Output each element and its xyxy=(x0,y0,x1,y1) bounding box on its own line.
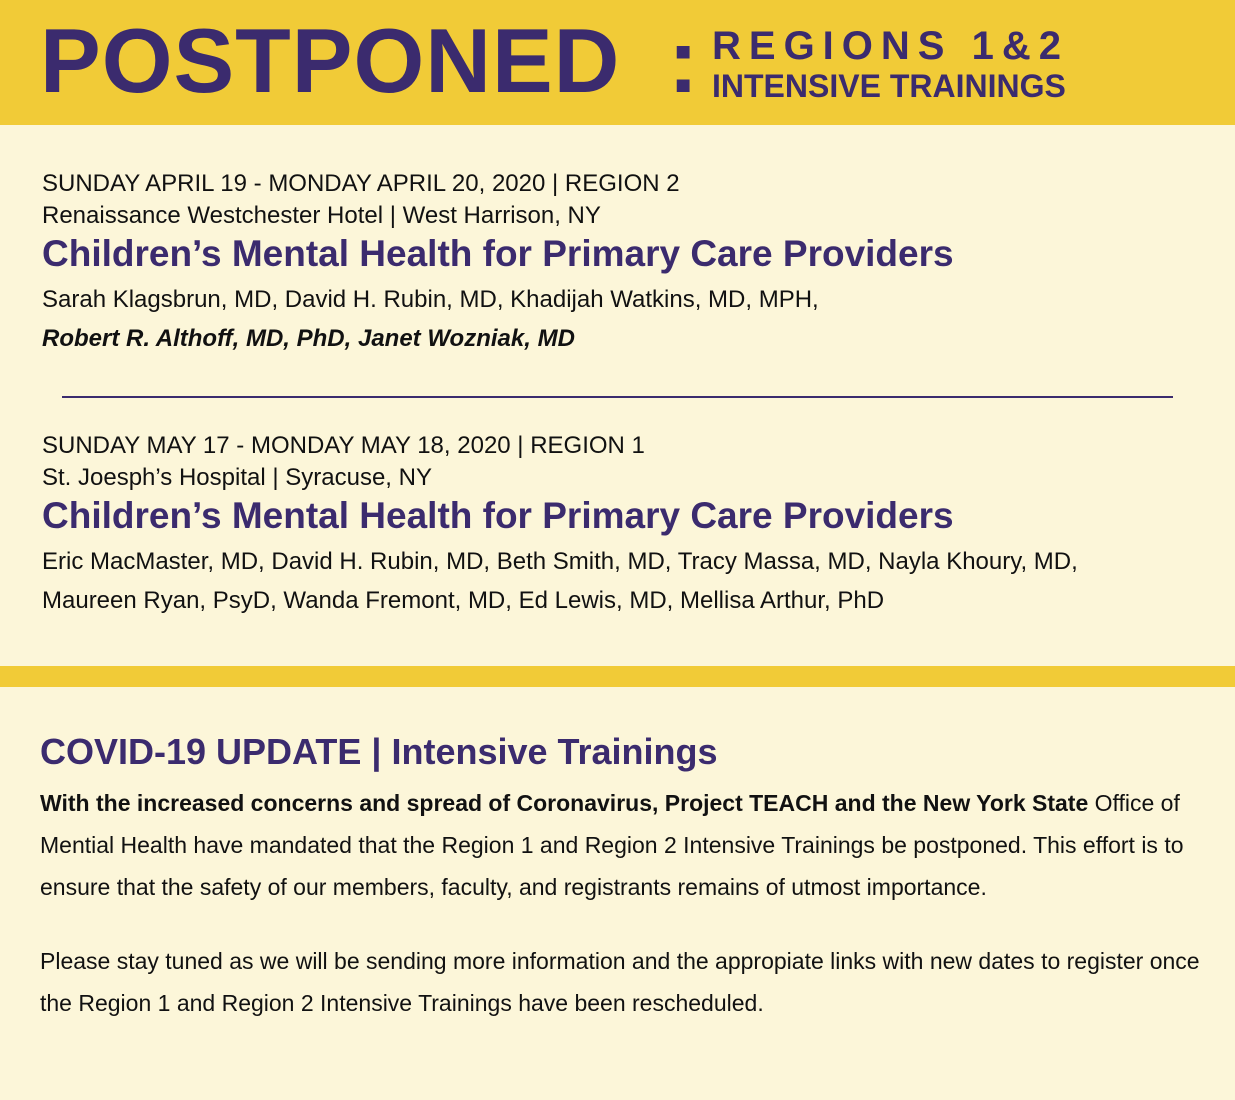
event-region-2: SUNDAY APRIL 19 - MONDAY APRIL 20, 2020 … xyxy=(42,168,1202,358)
event-speakers-continued: Robert R. Althoff, MD, PhD, Janet Woznia… xyxy=(42,325,575,352)
event-date: SUNDAY MAY 17 - MONDAY MAY 18, 2020 | RE… xyxy=(42,432,645,459)
trainings-subheading: INTENSIVE TRAININGS xyxy=(712,68,1066,104)
postponed-heading: POSTPONED xyxy=(40,11,621,112)
section-divider xyxy=(62,396,1173,398)
event-region-1: SUNDAY MAY 17 - MONDAY MAY 18, 2020 | RE… xyxy=(42,430,1202,620)
regions-subheading: REGIONS 1&2 xyxy=(712,24,1069,68)
event-venue: St. Joesph’s Hospital | Syracuse, NY xyxy=(42,464,432,491)
separator-band xyxy=(0,666,1235,687)
event-date: SUNDAY APRIL 19 - MONDAY APRIL 20, 2020 … xyxy=(42,170,680,197)
event-title: Children’s Mental Health for Primary Car… xyxy=(42,233,954,274)
covid-paragraph-1: With the increased concerns and spread o… xyxy=(40,782,1200,908)
covid-update-section: COVID-19 UPDATE | Intensive Trainings Wi… xyxy=(40,728,1200,1024)
covid-title: COVID-19 UPDATE | Intensive Trainings xyxy=(40,731,718,772)
event-speakers: Sarah Klagsbrun, MD, David H. Rubin, MD,… xyxy=(42,286,819,313)
heading-colon: : xyxy=(668,11,699,112)
event-speakers: Eric MacMaster, MD, David H. Rubin, MD, … xyxy=(42,548,1078,575)
event-speakers-continued: Maureen Ryan, PsyD, Wanda Fremont, MD, E… xyxy=(42,587,885,614)
covid-paragraph-1-lead: With the increased concerns and spread o… xyxy=(40,790,1089,816)
covid-paragraph-2: Please stay tuned as we will be sending … xyxy=(40,948,1200,1016)
event-title: Children’s Mental Health for Primary Car… xyxy=(42,495,954,536)
event-venue: Renaissance Westchester Hotel | West Har… xyxy=(42,202,601,229)
header-banner: POSTPONED : REGIONS 1&2 INTENSIVE TRAINI… xyxy=(0,0,1235,125)
